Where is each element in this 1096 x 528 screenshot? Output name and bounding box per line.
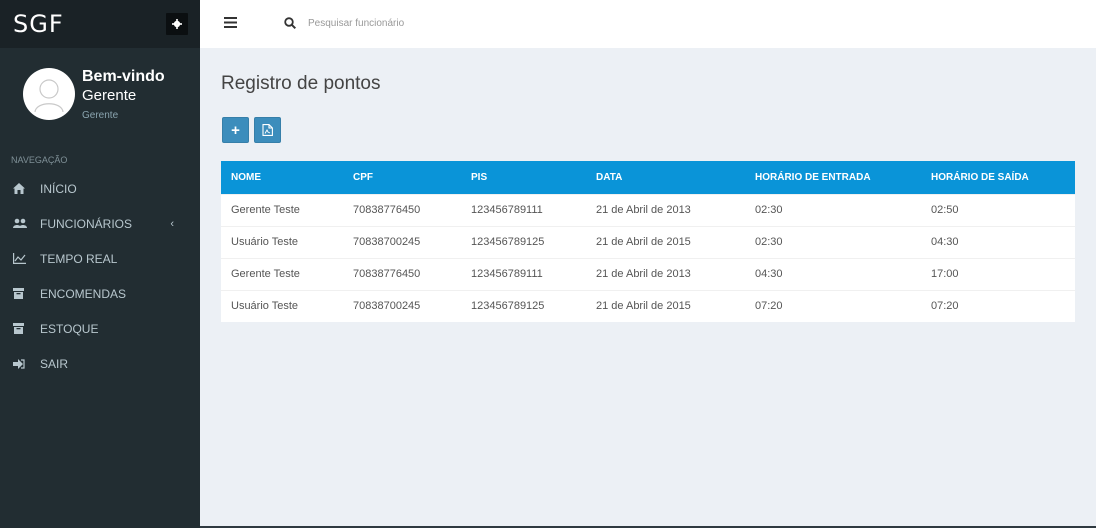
user-role: Gerente: [82, 110, 119, 121]
cell-data: 21 de Abril de 2015: [586, 289, 745, 322]
table-header-row: NOME CPF PIS DATA HORÁRIO DE ENTRADA HOR…: [221, 161, 1075, 194]
user-name: Gerente: [82, 87, 137, 104]
nav-header: NAVEGAÇÃO: [11, 155, 68, 165]
sidebar: SGF Bem-vindo Gerente Gerente NAVEGAÇÃO: [0, 0, 200, 528]
file-pdf-icon: [262, 124, 273, 136]
top-navbar: [200, 0, 1096, 48]
cell-nome: Gerente Teste: [221, 257, 343, 290]
table-row[interactable]: Gerente Teste 70838776450 123456789111 2…: [221, 257, 1075, 290]
add-record-button[interactable]: +: [222, 117, 249, 143]
avatar: [23, 68, 75, 120]
cell-pis: 123456789111: [461, 257, 586, 290]
records-table: NOME CPF PIS DATA HORÁRIO DE ENTRADA HOR…: [221, 161, 1075, 322]
sidebar-item-label: ENCOMENDAS: [40, 286, 127, 301]
cell-horario-saida: 17:00: [921, 257, 1075, 290]
sidebar-item-inicio[interactable]: INÍCIO: [0, 171, 200, 206]
sidebar-item-label: ESTOQUE: [40, 321, 99, 336]
cell-cpf: 70838700245: [343, 289, 461, 322]
table-row[interactable]: Gerente Teste 70838776450 123456789111 2…: [221, 193, 1075, 226]
cell-cpf: 70838776450: [343, 257, 461, 290]
cell-nome: Usuário Teste: [221, 289, 343, 322]
table-row[interactable]: Usuário Teste 70838700245 123456789125 2…: [221, 225, 1075, 258]
users-icon: [13, 218, 31, 229]
brand-logo[interactable]: SGF: [13, 10, 64, 38]
cell-pis: 123456789111: [461, 193, 586, 226]
column-header-horario-entrada[interactable]: HORÁRIO DE ENTRADA: [745, 161, 921, 194]
cell-nome: Usuário Teste: [221, 225, 343, 258]
column-header-data[interactable]: DATA: [586, 161, 745, 194]
brand-bar: SGF: [0, 0, 200, 48]
sidebar-item-label: TEMPO REAL: [40, 251, 118, 266]
cell-cpf: 70838776450: [343, 193, 461, 226]
user-info: Bem-vindo Gerente Gerente: [82, 68, 165, 121]
cell-pis: 123456789125: [461, 225, 586, 258]
cell-pis: 123456789125: [461, 289, 586, 322]
sidebar-item-encomendas[interactable]: ENCOMENDAS: [0, 276, 200, 311]
column-header-horario-saida[interactable]: HORÁRIO DE SAÍDA: [921, 161, 1075, 194]
cell-horario-entrada: 02:30: [745, 225, 921, 258]
cell-horario-saida: 07:20: [921, 289, 1075, 322]
main-content: Registro de pontos + NOME CPF PIS DATA H…: [200, 48, 1096, 528]
cell-data: 21 de Abril de 2015: [586, 225, 745, 258]
cell-nome: Gerente Teste: [221, 193, 343, 226]
line-chart-icon: [13, 253, 31, 264]
sidebar-item-label: INÍCIO: [40, 181, 77, 196]
sidebar-item-sair[interactable]: SAIR: [0, 346, 200, 381]
cell-cpf: 70838700245: [343, 225, 461, 258]
column-header-cpf[interactable]: CPF: [343, 161, 461, 194]
user-avatar-icon: [34, 79, 64, 113]
search-input[interactable]: [308, 17, 608, 31]
gear-icon: [172, 19, 182, 29]
table-row[interactable]: Usuário Teste 70838700245 123456789125 2…: [221, 289, 1075, 322]
sidebar-item-label: SAIR: [40, 356, 69, 371]
box-icon: [13, 288, 31, 299]
sign-out-icon: [13, 358, 31, 369]
sidebar-item-label: FUNCIONÁRIOS: [40, 216, 133, 231]
welcome-text: Bem-vindo: [82, 68, 165, 85]
settings-button[interactable]: [166, 13, 188, 35]
sidebar-item-funcionarios[interactable]: FUNCIONÁRIOS ‹: [0, 206, 200, 241]
chevron-left-icon: ‹: [170, 217, 174, 230]
user-panel: Bem-vindo Gerente Gerente: [0, 48, 200, 143]
search-icon[interactable]: [284, 17, 302, 31]
sidebar-item-estoque[interactable]: ESTOQUE: [0, 311, 200, 346]
column-header-pis[interactable]: PIS: [461, 161, 586, 194]
sidebar-item-tempo-real[interactable]: TEMPO REAL: [0, 241, 200, 276]
export-pdf-button[interactable]: [254, 117, 281, 143]
cell-horario-saida: 04:30: [921, 225, 1075, 258]
page-title: Registro de pontos: [221, 73, 381, 94]
cell-horario-entrada: 07:20: [745, 289, 921, 322]
cell-horario-saida: 02:50: [921, 193, 1075, 226]
cell-horario-entrada: 02:30: [745, 193, 921, 226]
cell-data: 21 de Abril de 2013: [586, 193, 745, 226]
box-icon: [13, 323, 31, 334]
cell-horario-entrada: 04:30: [745, 257, 921, 290]
hamburger-icon: [223, 16, 237, 28]
home-icon: [13, 183, 31, 194]
sidebar-toggle-button[interactable]: [216, 0, 244, 48]
cell-data: 21 de Abril de 2013: [586, 257, 745, 290]
column-header-nome[interactable]: NOME: [221, 161, 343, 194]
